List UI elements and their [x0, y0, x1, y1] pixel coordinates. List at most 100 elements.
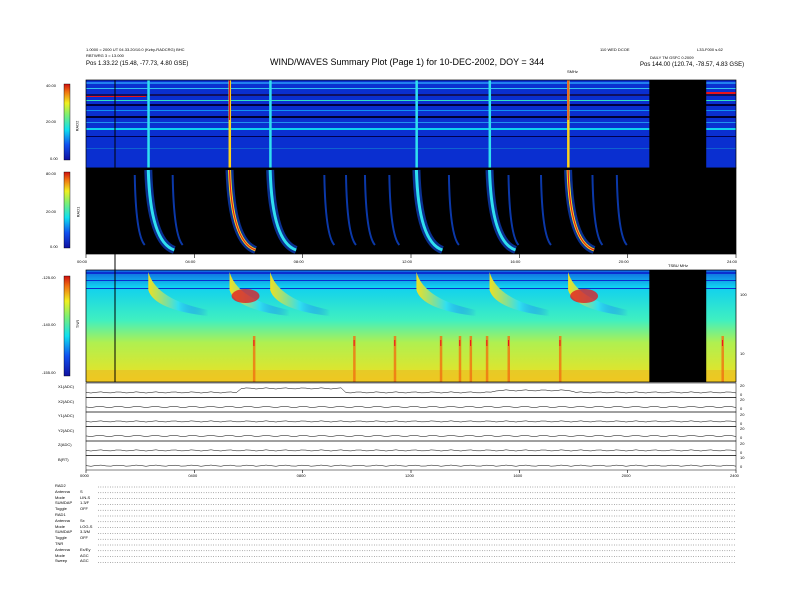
tnr-spike-core [253, 340, 255, 346]
rad1-colorbar [63, 171, 71, 249]
setting-name: TNR [55, 541, 64, 546]
setting-value: 3.3/M [80, 529, 91, 535]
hk-tick-bottom: 0 [740, 420, 743, 426]
rad2-burst-streak [415, 80, 418, 168]
tnr-spike-core [459, 340, 461, 346]
hk-panel-frame [85, 455, 737, 471]
summary-plot-svg [63, 79, 737, 563]
time-axis-label: 16:00 [510, 259, 521, 264]
hk-tick-top: 20 [740, 440, 745, 446]
housekeeping-panels [85, 382, 737, 471]
setting-value: Ex/Ey [80, 546, 91, 552]
bottom-axis-label: 2400 [730, 473, 739, 478]
bottom-axis-label: 0000 [80, 473, 89, 478]
hk-trace [85, 420, 737, 423]
rad2-burst-core [229, 80, 231, 120]
time-axis-label: 24:00 [727, 259, 738, 264]
data-gap-tnr [649, 270, 707, 382]
tnr-spike-core [721, 340, 723, 346]
hk-trace [85, 464, 737, 467]
rad2-tick-bottom: 0.00 [50, 156, 58, 161]
time-axis-label: 20:00 [618, 259, 629, 264]
hk-tick-top: 20 [740, 382, 745, 388]
time-axis-label: 04:00 [185, 259, 196, 264]
hk-panel-frame [85, 440, 737, 456]
setting-name: Mode [55, 552, 66, 558]
setting-value: OFF [80, 535, 88, 541]
rad1-tick-top: 80.00 [46, 171, 57, 176]
setting-value: LOG-S [80, 523, 93, 529]
tnr-tick-top: -125.00 [42, 275, 56, 280]
rad1-panel [86, 168, 736, 254]
hk-label: X2(ADC) [58, 398, 75, 404]
hk-panel-frame [85, 426, 737, 442]
rad2-burst-streak [488, 80, 492, 168]
setting-value: AGC [80, 552, 89, 558]
setting-name: Toggle [55, 535, 67, 541]
rad1-tick-mid: 20.00 [46, 209, 57, 214]
setting-name: SUMDAP [55, 500, 73, 506]
tnr-corner-label: TSBU MHz [668, 263, 688, 268]
tnr-burst-core [570, 289, 599, 303]
hk-trace [85, 435, 737, 437]
hk-panel-frame [85, 411, 737, 427]
hk-tick-bottom: 0 [740, 435, 743, 440]
rad2-tick-top: 40.00 [46, 83, 57, 88]
hk-tick-top: 20 [740, 426, 745, 431]
rad2-burst-streak [147, 80, 150, 168]
setting-name: Mode [55, 523, 66, 529]
rad2-burst-streak [269, 80, 272, 168]
time-axis-label: 00:00 [77, 259, 88, 264]
setting-value: 1.3/F [80, 500, 90, 506]
bottom-axis-label: 1200 [405, 473, 414, 478]
bottom-axis-label: 1600 [513, 473, 523, 478]
hk-panel-frame [85, 397, 737, 413]
tnr-spike-core [470, 340, 472, 346]
tnr-spike-core [508, 340, 509, 346]
hk-label: Y1(ADC) [58, 413, 75, 418]
rad2-label: RAD2 [74, 120, 80, 132]
time-axis-label: 12:00 [402, 259, 413, 264]
tnr-tick-mid: -140.00 [42, 322, 56, 327]
tnr-colorbar [63, 275, 71, 377]
hk-tick-bottom: 0 [740, 391, 743, 397]
hk-tick-top: 10 [740, 455, 745, 460]
rad2-tick-mid: 20.00 [46, 119, 57, 124]
setting-name: Toggle [55, 506, 67, 512]
hk-label: X1(ADC) [58, 384, 75, 389]
setting-name: Antenna [55, 546, 70, 552]
setting-name: Mode [55, 494, 66, 500]
tnr-spike-core [353, 340, 355, 346]
setting-value: AGC [80, 558, 89, 564]
hk-tick-bottom: 0 [740, 464, 743, 469]
tnr-right-tick-top: 100 [740, 292, 747, 297]
rad2-colorbar [63, 83, 71, 161]
data-gap-rad [649, 80, 707, 254]
setting-name: Sweep [55, 558, 68, 564]
rad1-label: RAD1 [75, 206, 81, 218]
tnr-panel [86, 270, 736, 382]
hk-tick-top: 20 [740, 411, 745, 417]
hk-label: Y2(ADC) [58, 427, 75, 433]
tnr-label: TNR [75, 319, 81, 329]
setting-value: Sx [80, 517, 85, 523]
hk-trace [85, 449, 737, 452]
bottom-axis-label: 0400 [188, 473, 198, 478]
tnr-spike-core [486, 340, 488, 346]
setting-name: RAD2 [55, 483, 66, 488]
hk-trace [85, 387, 737, 394]
setting-value: S [80, 488, 83, 494]
setting-name: Antenna [55, 488, 70, 494]
setting-name: Antenna [55, 517, 70, 523]
hk-label: B(RT) [58, 456, 69, 462]
hk-tick-bottom: 0 [740, 406, 743, 411]
tnr-right-tick-bottom: 10 [740, 351, 745, 356]
hk-tick-bottom: 0 [740, 449, 743, 455]
setting-name: RAD1 [55, 512, 66, 517]
rad1-tick-bottom: 0.00 [50, 244, 58, 249]
rad-corner-label: SMHz [567, 69, 578, 74]
tnr-tick-bottom: -155.00 [42, 370, 56, 375]
tnr-spike-core [394, 340, 396, 346]
setting-name: SUMDAP [55, 529, 73, 535]
hk-trace [85, 406, 737, 408]
